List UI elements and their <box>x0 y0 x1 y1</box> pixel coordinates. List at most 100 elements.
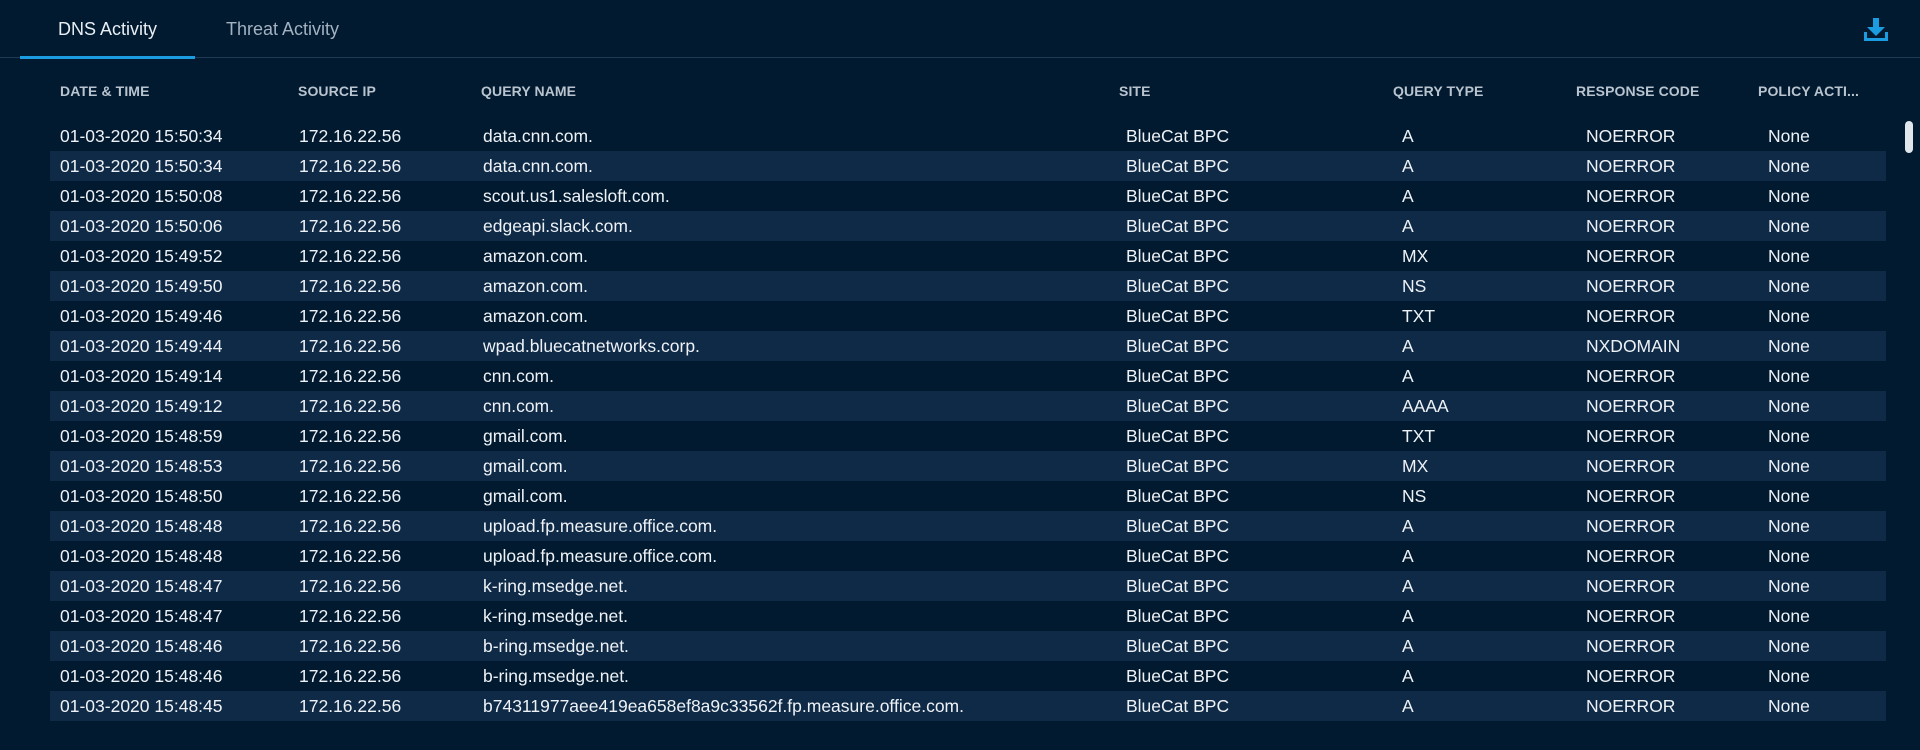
cell-source-ip: 172.16.22.56 <box>299 665 402 686</box>
cell-source-ip: 172.16.22.56 <box>299 155 402 176</box>
cell-date-time: 01-03-2020 15:48:48 <box>60 515 223 536</box>
table-row[interactable]: 01-03-2020 15:48:47 172.16.22.56 k-ring.ms… <box>50 601 1886 631</box>
table-row[interactable]: 01-03-2020 15:48:53 172.16.22.56 gmail.com… <box>50 451 1886 481</box>
cell-site: BlueCat BPC <box>1126 185 1230 206</box>
cell-response-code: NOERROR <box>1586 245 1676 266</box>
cell-query-name: gmail.com. <box>483 485 568 506</box>
column-header-source-ip[interactable]: SOURCE IP <box>298 68 376 114</box>
cell-query-name: b-ring.msedge.net. <box>483 665 629 686</box>
cell-policy-action: None <box>1768 425 1810 446</box>
column-header-response-code[interactable]: RESPONSE CODE <box>1576 68 1699 114</box>
cell-date-time: 01-03-2020 15:49:46 <box>60 305 223 326</box>
cell-policy-action: None <box>1768 545 1810 566</box>
vertical-scrollbar[interactable] <box>1904 118 1914 738</box>
cell-query-name: amazon.com. <box>483 275 589 296</box>
table-row[interactable]: 01-03-2020 15:48:50 172.16.22.56 gmail.com… <box>50 481 1886 511</box>
cell-query-type: A <box>1402 695 1414 716</box>
cell-query-name: scout.us1.salesloft.com. <box>483 185 670 206</box>
cell-query-name: k-ring.msedge.net. <box>483 605 628 626</box>
cell-query-name: b-ring.msedge.net. <box>483 635 629 656</box>
cell-policy-action: None <box>1768 335 1810 356</box>
table-row[interactable]: 01-03-2020 15:48:47 172.16.22.56 k-ring.ms… <box>50 571 1886 601</box>
cell-query-name: b74311977aee419ea658ef8a9c33562f.fp.meas… <box>483 695 964 716</box>
cell-response-code: NOERROR <box>1586 485 1676 506</box>
cell-site: BlueCat BPC <box>1126 575 1230 596</box>
table-row[interactable]: 01-03-2020 15:49:52 172.16.22.56 amazon.co… <box>50 241 1886 271</box>
cell-query-type: NS <box>1402 275 1427 296</box>
cell-site: BlueCat BPC <box>1126 485 1230 506</box>
table-row[interactable]: 01-03-2020 15:50:08 172.16.22.56 scout.us1… <box>50 181 1886 211</box>
table-row[interactable]: 01-03-2020 15:48:45 172.16.22.56 b74311977… <box>50 691 1886 721</box>
cell-date-time: 01-03-2020 15:48:47 <box>60 605 223 626</box>
cell-source-ip: 172.16.22.56 <box>299 215 402 236</box>
tab-bar: DNS Activity Threat Activity <box>0 0 1920 59</box>
table-row[interactable]: 01-03-2020 15:50:34 172.16.22.56 data.cnn.… <box>50 151 1886 181</box>
cell-site: BlueCat BPC <box>1126 665 1230 686</box>
column-header-site[interactable]: SITE <box>1119 68 1151 114</box>
table-row[interactable]: 01-03-2020 15:49:50 172.16.22.56 amazon.co… <box>50 271 1886 301</box>
cell-policy-action: None <box>1768 605 1810 626</box>
cell-query-type: MX <box>1402 455 1429 476</box>
cell-policy-action: None <box>1768 635 1810 656</box>
table-row[interactable]: 01-03-2020 15:48:48 172.16.22.56 upload.fp… <box>50 511 1886 541</box>
cell-site: BlueCat BPC <box>1126 635 1230 656</box>
cell-source-ip: 172.16.22.56 <box>299 515 402 536</box>
cell-date-time: 01-03-2020 15:50:34 <box>60 125 223 146</box>
cell-date-time: 01-03-2020 15:49:14 <box>60 365 223 386</box>
column-header-policy-action[interactable]: POLICY ACTI... <box>1758 68 1859 114</box>
table-row[interactable]: 01-03-2020 15:49:12 172.16.22.56 cnn.com. B… <box>50 391 1886 421</box>
cell-query-type: AAAA <box>1402 395 1449 416</box>
cell-response-code: NOERROR <box>1586 575 1676 596</box>
cell-policy-action: None <box>1768 185 1810 206</box>
tab-threat-activity[interactable]: Threat Activity <box>200 0 365 58</box>
column-header-date-time[interactable]: DATE & TIME <box>60 68 150 114</box>
tab-dns-activity[interactable]: DNS Activity <box>20 0 195 59</box>
cell-query-name: cnn.com. <box>483 365 554 386</box>
cell-query-type: A <box>1402 185 1414 206</box>
cell-site: BlueCat BPC <box>1126 335 1230 356</box>
cell-response-code: NOERROR <box>1586 695 1676 716</box>
download-button[interactable] <box>1862 16 1890 44</box>
cell-source-ip: 172.16.22.56 <box>299 575 402 596</box>
cell-response-code: NOERROR <box>1586 635 1676 656</box>
column-header-query-name[interactable]: QUERY NAME <box>481 68 576 114</box>
cell-query-name: amazon.com. <box>483 245 589 266</box>
column-header-query-type[interactable]: QUERY TYPE <box>1393 68 1483 114</box>
cell-query-name: data.cnn.com. <box>483 125 593 146</box>
cell-source-ip: 172.16.22.56 <box>299 485 402 506</box>
table-row[interactable]: 01-03-2020 15:49:46 172.16.22.56 amazon.co… <box>50 301 1886 331</box>
table-row[interactable]: 01-03-2020 15:50:06 172.16.22.56 edgeapi.s… <box>50 211 1886 241</box>
table-row[interactable]: 01-03-2020 15:48:48 172.16.22.56 upload.fp… <box>50 541 1886 571</box>
cell-source-ip: 172.16.22.56 <box>299 695 402 716</box>
cell-response-code: NOERROR <box>1586 155 1676 176</box>
cell-policy-action: None <box>1768 275 1810 296</box>
table-row[interactable]: 01-03-2020 15:48:46 172.16.22.56 b-ring.ms… <box>50 631 1886 661</box>
cell-query-name: gmail.com. <box>483 455 568 476</box>
cell-policy-action: None <box>1768 695 1810 716</box>
cell-source-ip: 172.16.22.56 <box>299 605 402 626</box>
cell-query-type: A <box>1402 155 1414 176</box>
cell-date-time: 01-03-2020 15:49:52 <box>60 245 223 266</box>
cell-date-time: 01-03-2020 15:50:34 <box>60 155 223 176</box>
table-row[interactable]: 01-03-2020 15:48:46 172.16.22.56 b-ring.ms… <box>50 661 1886 691</box>
cell-policy-action: None <box>1768 365 1810 386</box>
tab-label: DNS Activity <box>57 18 158 39</box>
cell-site: BlueCat BPC <box>1126 605 1230 626</box>
table-row[interactable]: 01-03-2020 15:50:34 172.16.22.56 data.cnn.… <box>50 121 1886 151</box>
cell-source-ip: 172.16.22.56 <box>299 335 402 356</box>
cell-site: BlueCat BPC <box>1126 305 1230 326</box>
cell-response-code: NOERROR <box>1586 515 1676 536</box>
cell-policy-action: None <box>1768 305 1810 326</box>
table-row[interactable]: 01-03-2020 15:48:59 172.16.22.56 gmail.com… <box>50 421 1886 451</box>
table-row[interactable]: 01-03-2020 15:49:44 172.16.22.56 wpad.blue… <box>50 331 1886 361</box>
cell-query-type: A <box>1402 365 1414 386</box>
table-row[interactable]: 01-03-2020 15:49:14 172.16.22.56 cnn.com. B… <box>50 361 1886 391</box>
cell-source-ip: 172.16.22.56 <box>299 545 402 566</box>
cell-site: BlueCat BPC <box>1126 545 1230 566</box>
cell-date-time: 01-03-2020 15:48:50 <box>60 485 223 506</box>
cell-source-ip: 172.16.22.56 <box>299 365 402 386</box>
cell-source-ip: 172.16.22.56 <box>299 455 402 476</box>
table-header: DATE & TIME SOURCE IP QUERY NAME SITE QU… <box>0 68 1920 114</box>
cell-source-ip: 172.16.22.56 <box>299 275 402 296</box>
scrollbar-thumb[interactable] <box>1905 121 1913 153</box>
